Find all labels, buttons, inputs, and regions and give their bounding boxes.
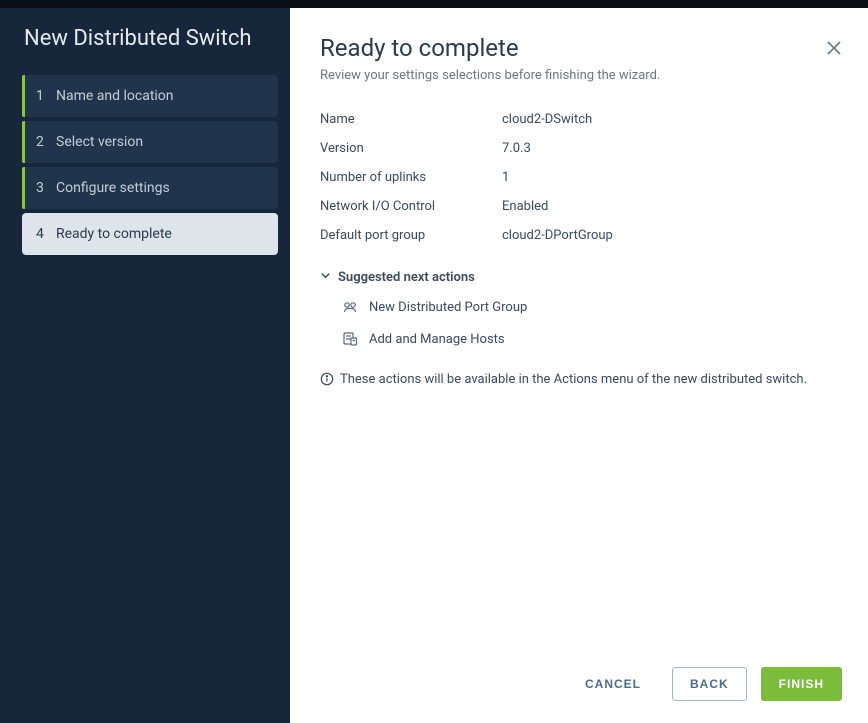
page-subtitle: Review your settings selections before f… [320,68,838,83]
info-note: These actions will be available in the A… [320,371,838,392]
wizard-dialog: New Distributed Switch 1 Name and locati… [0,0,868,723]
step-number: 2 [36,134,56,150]
summary-row: Default port group cloud2-DPortGroup [320,221,838,250]
step-label: Ready to complete [56,226,172,242]
page-title: Ready to complete [320,34,838,62]
step-label: Configure settings [56,180,170,196]
action-label: Add and Manage Hosts [369,332,505,347]
summary-label: Version [320,141,502,156]
summary-row: Name cloud2-DSwitch [320,105,838,134]
summary-table: Name cloud2-DSwitch Version 7.0.3 Number… [320,105,838,392]
summary-value: Enabled [502,199,548,214]
chevron-down-icon [320,270,331,285]
wizard-title: New Distributed Switch [22,26,278,51]
wizard-footer: CANCEL BACK FINISH [290,649,868,723]
summary-value: 1 [502,170,509,185]
info-icon [320,372,334,392]
port-group-icon [342,299,358,315]
wizard-sidebar: New Distributed Switch 1 Name and locati… [0,8,290,723]
step-number: 1 [36,88,56,104]
summary-row: Number of uplinks 1 [320,163,838,192]
step-configure-settings[interactable]: 3 Configure settings [22,167,278,209]
summary-label: Network I/O Control [320,199,502,214]
summary-value: 7.0.3 [502,141,531,156]
wizard-content: Ready to complete Review your settings s… [290,8,868,649]
back-button[interactable]: BACK [672,667,747,701]
section-header-label: Suggested next actions [338,270,475,285]
finish-button[interactable]: FINISH [761,667,842,701]
action-new-port-group: New Distributed Port Group [320,291,838,323]
step-number: 3 [36,180,56,196]
summary-label: Default port group [320,228,502,243]
suggested-actions-header[interactable]: Suggested next actions [320,264,838,291]
step-label: Name and location [56,88,174,104]
wizard-steps: 1 Name and location 2 Select version 3 C… [22,75,278,255]
step-ready-to-complete[interactable]: 4 Ready to complete [22,213,278,255]
info-note-text: These actions will be available in the A… [340,371,807,389]
action-add-manage-hosts: Add and Manage Hosts [320,323,838,355]
step-select-version[interactable]: 2 Select version [22,121,278,163]
step-label: Select version [56,134,143,150]
step-name-location[interactable]: 1 Name and location [22,75,278,117]
close-button[interactable] [826,40,842,60]
step-number: 4 [36,226,56,242]
action-label: New Distributed Port Group [369,300,527,315]
summary-row: Version 7.0.3 [320,134,838,163]
summary-value: cloud2-DSwitch [502,112,592,127]
wizard-main: Ready to complete Review your settings s… [290,8,868,723]
summary-label: Name [320,112,502,127]
summary-value: cloud2-DPortGroup [502,228,613,243]
cancel-button[interactable]: CANCEL [568,668,658,700]
hosts-icon [342,331,358,347]
summary-label: Number of uplinks [320,170,502,185]
close-icon [826,40,842,56]
summary-row: Network I/O Control Enabled [320,192,838,221]
